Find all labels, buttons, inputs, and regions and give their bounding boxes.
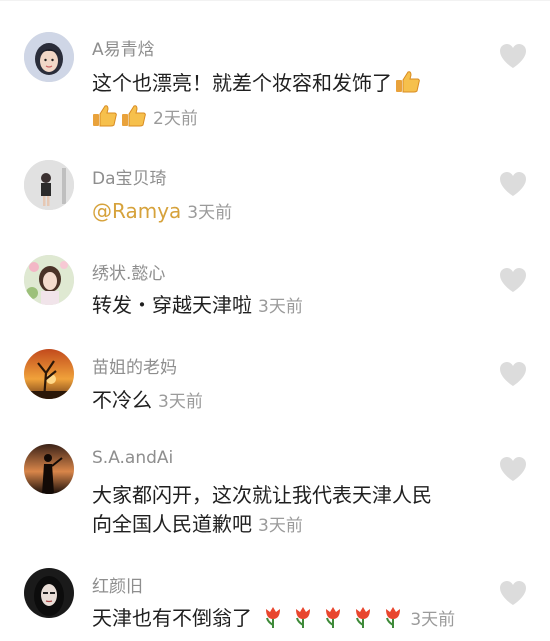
comment-text: 这个也漂亮！就差个妆容和发饰了 (92, 70, 421, 96)
comment-text: 不冷么 3天前 (92, 387, 203, 415)
comment-text: 大家都闪开，这次就让我代表天津人民 (92, 483, 432, 507)
like-heart-icon[interactable] (498, 455, 528, 483)
timestamp: 3天前 (258, 297, 303, 317)
like-heart-icon[interactable] (498, 170, 528, 198)
like-heart-icon[interactable] (498, 266, 528, 294)
top-divider (0, 0, 550, 1)
avatar[interactable] (24, 255, 74, 305)
timestamp: 3天前 (187, 203, 233, 223)
tulip-icon (382, 605, 404, 629)
username[interactable]: 绣状.懿心 (92, 259, 165, 284)
comment-text: 向全国人民道歉吧 3天前 (92, 511, 303, 539)
avatar[interactable] (24, 444, 74, 494)
avatar[interactable] (24, 568, 74, 618)
comment-text-content: 天津也有不倒翁了 (92, 606, 252, 630)
tulip-icon (352, 605, 374, 629)
username[interactable]: 红颜旧 (92, 572, 143, 597)
comment-text: 天津也有不倒翁了 3天前 (92, 605, 455, 633)
like-heart-icon[interactable] (498, 579, 528, 607)
comment-text-content: 转发・穿越天津啦 (92, 293, 252, 317)
comment-text: @Ramya 3天前 (92, 198, 232, 226)
username[interactable]: A易青焓 (92, 35, 155, 60)
comment-text-content: 不冷么 (92, 388, 152, 412)
like-heart-icon[interactable] (498, 42, 528, 70)
avatar[interactable] (24, 349, 74, 399)
thumbs-up-icon (92, 104, 118, 128)
tulip-icon (262, 605, 284, 629)
timestamp: 3天前 (258, 516, 303, 536)
tulip-icon (322, 605, 344, 629)
timestamp: 3天前 (410, 610, 456, 630)
thumbs-up-icon (395, 70, 421, 94)
comment-text-content: 向全国人民道歉吧 (92, 512, 252, 536)
tulip-icon (292, 605, 314, 629)
timestamp: 3天前 (158, 392, 203, 412)
reaction-row: 2天前 (92, 104, 198, 129)
username[interactable]: 苗姐的老妈 (92, 353, 177, 378)
comment-text-content: 这个也漂亮！就差个妆容和发饰了 (92, 71, 392, 95)
mention-link[interactable]: @Ramya (92, 199, 181, 223)
like-heart-icon[interactable] (498, 360, 528, 388)
username[interactable]: S.A.andAi (92, 448, 173, 468)
comment-text: 转发・穿越天津啦 3天前 (92, 292, 303, 320)
thumbs-up-icon (121, 104, 147, 128)
username[interactable]: Da宝贝琦 (92, 164, 167, 189)
avatar[interactable] (24, 32, 74, 82)
avatar[interactable] (24, 160, 74, 210)
timestamp: 2天前 (153, 109, 198, 129)
